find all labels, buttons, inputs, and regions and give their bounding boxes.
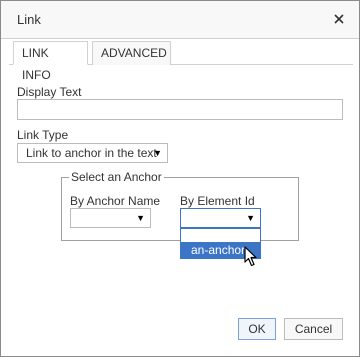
dialog-title: Link [17,12,41,27]
dropdown-option-blank[interactable] [181,229,260,241]
link-type-label: Link Type [17,128,69,142]
display-text-label: Display Text [17,85,82,99]
tab-link-info[interactable]: LINK INFO [13,41,88,82]
dialog-titlebar[interactable]: Link [1,1,359,39]
caret-down-icon: ▼ [246,213,255,223]
mouse-pointer-icon [244,246,258,268]
close-icon[interactable] [330,10,348,28]
by-element-id-select[interactable]: ▼ [180,208,261,228]
by-anchor-name-select[interactable]: ▼ [70,208,151,228]
caret-down-icon: ▼ [136,213,145,223]
select-anchor-legend: Select an Anchor [69,170,164,184]
cancel-button[interactable]: Cancel [284,318,343,340]
by-element-id-label: By Element Id [180,194,255,208]
ok-button[interactable]: OK [238,318,276,340]
by-anchor-name-label: By Anchor Name [70,194,161,208]
display-text-input[interactable] [17,99,343,120]
tab-advanced[interactable]: ADVANCED [92,41,171,65]
tab-bar: LINK INFO ADVANCED [9,41,353,82]
link-type-select[interactable]: Link to anchor in the text ▼ [17,143,168,163]
link-type-selected-value: Link to anchor in the text [26,146,157,160]
link-dialog: Link LINK INFO ADVANCED Display Text Lin… [0,0,360,357]
caret-down-icon: ▼ [153,148,162,158]
